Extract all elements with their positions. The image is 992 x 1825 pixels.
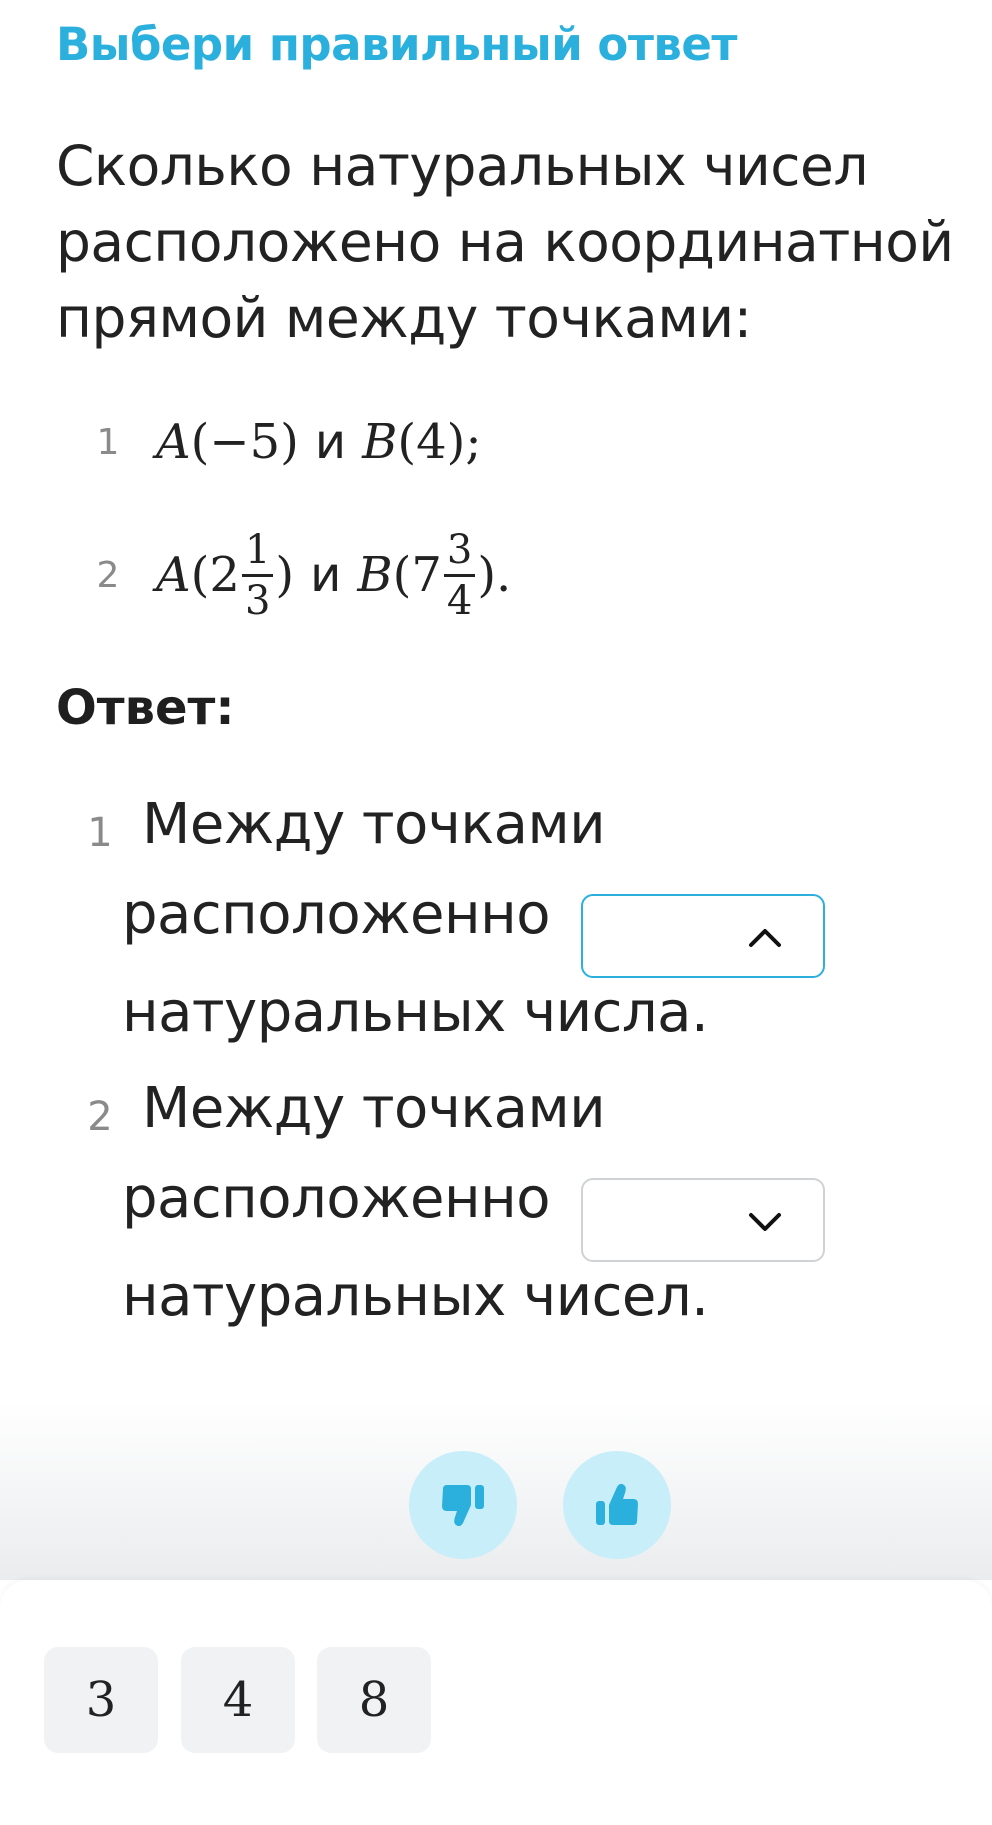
point-b-label: B: [357, 547, 393, 603]
math-expression-b: B (7 3 4 ).: [357, 528, 511, 623]
question-text: Сколько натуральных чисел расположено на…: [56, 134, 954, 350]
dislike-button[interactable]: [409, 1451, 517, 1559]
point-a-close: ): [275, 547, 295, 603]
answer-line-2: расположенно: [122, 882, 550, 947]
fraction-denominator: 4: [446, 577, 473, 624]
option-chip-3[interactable]: 3: [44, 1647, 158, 1753]
answer-dropdown-2[interactable]: [581, 1178, 825, 1262]
point-a-value: (−5): [190, 414, 299, 470]
question-item-number: 2: [96, 554, 120, 596]
thumbs-down-icon: [442, 1485, 484, 1527]
point-b-value: (4);: [397, 414, 482, 470]
question-item-2: 2 A (2 1 3 ) и B (7 3 4 ).: [56, 515, 512, 635]
conjunction: и: [314, 414, 347, 470]
answer-line-3: натуральных чисел.: [122, 1264, 709, 1329]
option-chip-8[interactable]: 8: [317, 1647, 431, 1753]
thumbs-up-icon: [596, 1483, 638, 1525]
math-expression-a: A (−5): [156, 414, 299, 470]
answer-dropdown-1[interactable]: [581, 894, 825, 978]
answer-line-1: Между точками: [142, 792, 606, 857]
page-title: Выбери правильный ответ: [56, 18, 738, 71]
math-expression-b: B (4);: [362, 414, 481, 470]
point-a-label: A: [156, 414, 191, 470]
like-button[interactable]: [563, 1451, 671, 1559]
option-chip-4[interactable]: 4: [181, 1647, 295, 1753]
question-item-number: 1: [96, 421, 120, 463]
fraction-numerator: 1: [241, 528, 274, 577]
math-expression-a: A (2 1 3 ): [156, 528, 294, 623]
chevron-down-icon: [749, 1213, 781, 1231]
point-b-label: B: [362, 414, 398, 470]
chevron-up-icon: [749, 929, 781, 947]
point-a-open: (2: [190, 547, 240, 603]
point-a-label: A: [156, 547, 191, 603]
answer-heading: Ответ:: [56, 680, 235, 736]
fraction-denominator: 3: [244, 577, 271, 624]
question-item-1: 1 A (−5) и B (4);: [56, 392, 482, 492]
answer-item-number: 1: [87, 810, 113, 856]
conjunction: и: [310, 547, 342, 603]
answer-line-1: Между точками: [142, 1076, 606, 1141]
fraction: 1 3: [241, 528, 274, 624]
fraction: 3 4: [443, 528, 476, 624]
answer-line-3: натуральных числа.: [122, 980, 709, 1045]
answer-item-number: 2: [87, 1094, 113, 1140]
point-b-close: ).: [477, 547, 512, 603]
point-b-open: (7: [392, 547, 442, 603]
answer-line-2: расположенно: [122, 1166, 550, 1231]
fraction-numerator: 3: [443, 528, 476, 577]
